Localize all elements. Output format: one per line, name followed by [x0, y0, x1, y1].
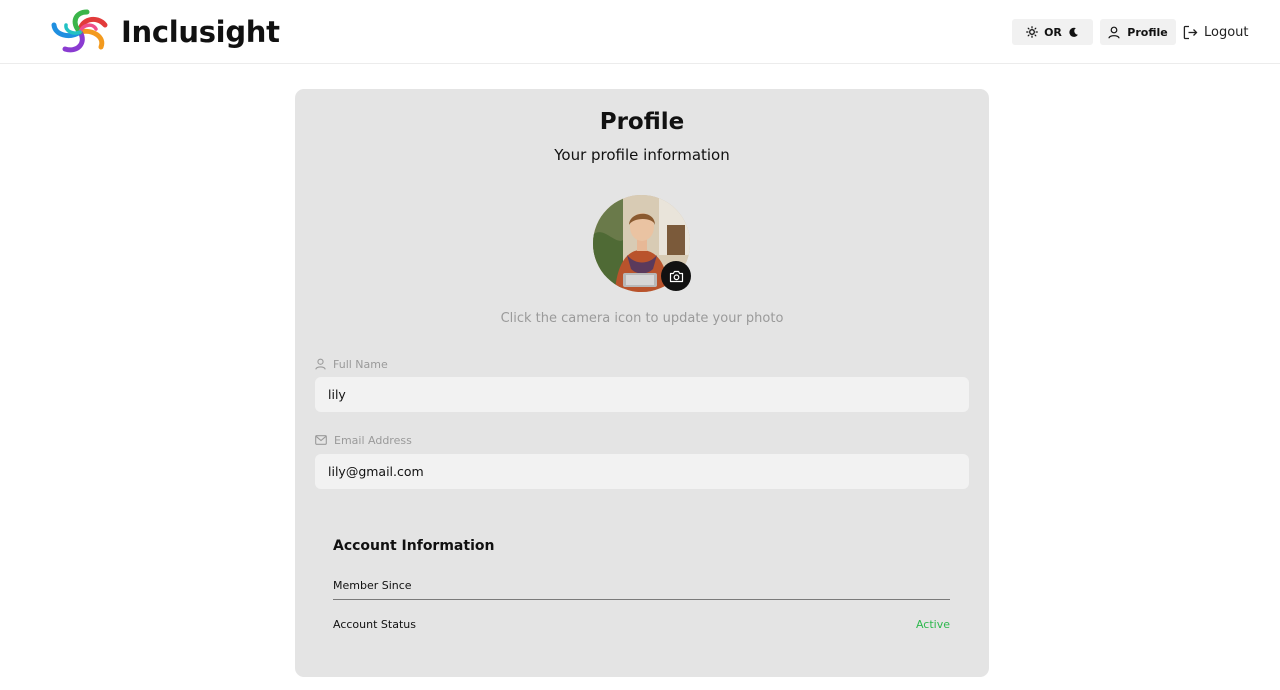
sun-icon: [1026, 26, 1038, 38]
swirl-logo-icon: [51, 9, 108, 53]
brand-name: Inclusight: [121, 15, 280, 49]
user-icon: [315, 358, 326, 370]
divider: [333, 599, 950, 600]
avatar-container: [593, 195, 693, 295]
moon-icon: [1069, 27, 1078, 37]
top-navbar: Inclusight OR Profile Logout: [0, 0, 1280, 64]
profile-card: Profile Your profile information Click t…: [295, 89, 989, 677]
member-since-row: Member Since: [333, 575, 950, 595]
profile-button[interactable]: Profile: [1100, 19, 1176, 45]
page-title: Profile: [599, 109, 685, 135]
account-status-row: Account Status Active: [333, 614, 950, 634]
email-label: Email Address: [315, 433, 412, 447]
camera-icon: [669, 270, 683, 282]
account-status-label: Account Status: [333, 617, 416, 631]
page-subtitle: Your profile information: [554, 146, 730, 164]
full-name-label-text: Full Name: [333, 357, 388, 371]
theme-toggle-button[interactable]: OR: [1012, 19, 1093, 45]
email-label-text: Email Address: [334, 433, 412, 447]
email-field[interactable]: lily@gmail.com: [315, 454, 969, 489]
logout-icon: [1183, 25, 1198, 39]
user-icon: [1108, 26, 1120, 39]
theme-toggle-label: OR: [1044, 25, 1062, 39]
camera-upload-button[interactable]: [661, 261, 691, 291]
logout-button[interactable]: Logout: [1183, 19, 1249, 45]
photo-update-hint: Click the camera icon to update your pho…: [500, 311, 784, 326]
brand[interactable]: Inclusight: [49, 8, 280, 56]
account-info-title: Account Information: [333, 538, 495, 554]
full-name-label: Full Name: [315, 357, 388, 371]
email-value: lily@gmail.com: [328, 464, 424, 479]
full-name-value: lily: [328, 387, 346, 402]
member-since-label: Member Since: [333, 578, 412, 592]
profile-button-label: Profile: [1127, 25, 1168, 39]
logout-button-label: Logout: [1204, 24, 1249, 40]
full-name-field[interactable]: lily: [315, 377, 969, 412]
mail-icon: [315, 435, 327, 445]
status-badge: Active: [915, 617, 950, 631]
